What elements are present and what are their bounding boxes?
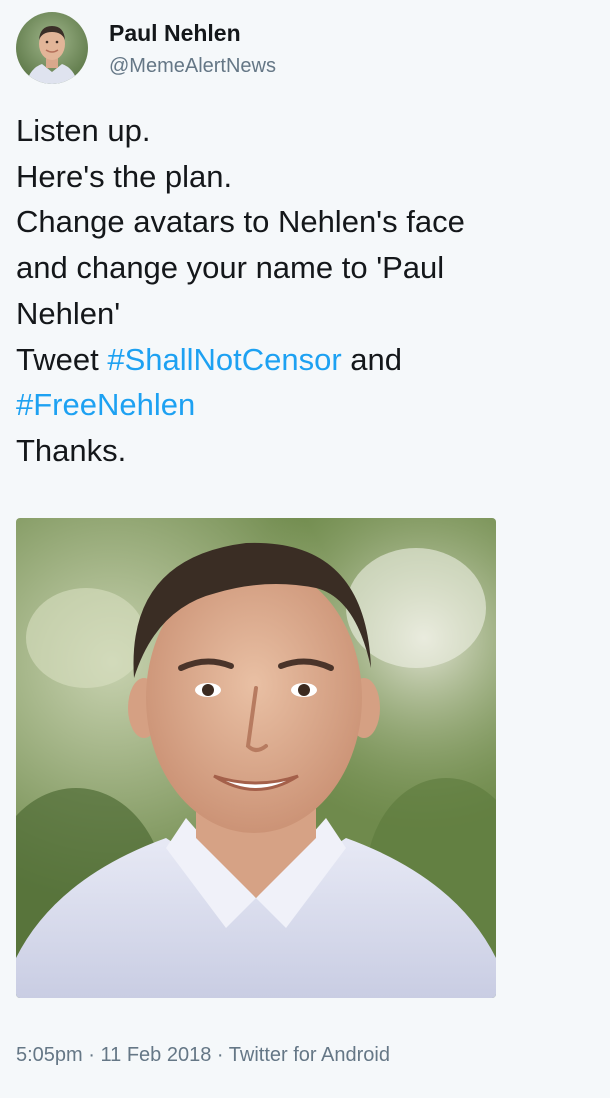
author-handle[interactable]: @MemeAlertNews — [109, 55, 276, 78]
tweet-timestamp-time[interactable]: 5:05pm — [16, 1044, 83, 1066]
tweet-photo[interactable] — [16, 518, 496, 998]
tweet-line: Nehlen' — [16, 295, 121, 331]
person-avatar-icon — [16, 12, 88, 84]
tweet-line: and change your name to 'Paul — [16, 250, 445, 286]
tweet-source[interactable]: Twitter for Android — [229, 1044, 390, 1066]
hashtag-link-freenehlen[interactable]: #FreeNehlen — [16, 387, 195, 422]
tweet-line-with-hashtag: Tweet #ShallNotCensor and — [16, 337, 576, 383]
tweet-card: Paul Nehlen @MemeAlertNews Listen up. He… — [0, 0, 610, 1098]
tweet-line: Thanks. — [16, 432, 127, 468]
tweet-line: Change avatars to Nehlen's face — [16, 204, 465, 240]
tweet-text-segment: and — [341, 341, 403, 377]
author-avatar[interactable] — [16, 12, 88, 84]
tweet-meta: 5:05pm · 11 Feb 2018 · Twitter for Andro… — [16, 1044, 390, 1067]
hashtag-link-shallnotcensor[interactable]: #ShallNotCensor — [107, 342, 341, 377]
meta-separator: · — [211, 1044, 229, 1066]
tweet-header: Paul Nehlen @MemeAlertNews — [16, 12, 576, 84]
tweet-text-segment: Tweet — [16, 341, 108, 377]
tweet-timestamp-date[interactable]: 11 Feb 2018 — [101, 1044, 212, 1066]
author-display-name[interactable]: Paul Nehlen — [109, 20, 241, 47]
man-portrait-photo-icon — [16, 518, 496, 998]
tweet-line-with-hashtag: #FreeNehlen — [16, 382, 576, 428]
tweet-line: Here's the plan. — [16, 158, 233, 194]
tweet-text: Listen up. Here's the plan. Change avata… — [16, 108, 576, 474]
tweet-line: Listen up. — [16, 113, 151, 148]
meta-separator: · — [82, 1044, 101, 1066]
